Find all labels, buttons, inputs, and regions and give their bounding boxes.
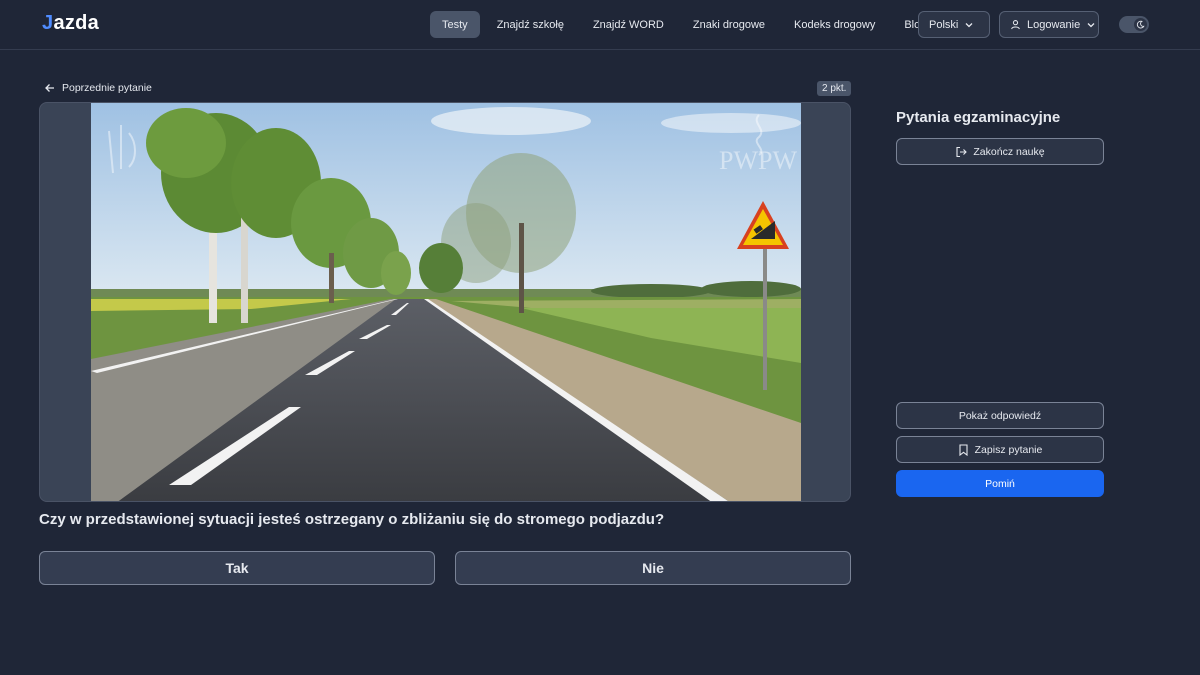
answer-no-button[interactable]: Nie [455,551,851,585]
bookmark-icon [958,443,969,456]
user-icon [1010,19,1021,30]
points-badge: 2 pkt. [817,81,852,96]
previous-question-link[interactable]: Poprzednie pytanie [44,80,152,96]
arrow-left-icon [44,82,56,94]
previous-question-label: Poprzednie pytanie [62,82,152,94]
question-text: Czy w przedstawionej sytuacji jesteś ost… [39,511,665,528]
skip-button[interactable]: Pomiń [896,470,1104,497]
chevron-down-icon [1086,20,1096,30]
finish-study-button[interactable]: Zakończ naukę [896,138,1104,165]
chevron-down-icon [964,20,974,30]
nav-item-znajdz-szkole[interactable]: Znajdź szkołę [485,11,576,38]
nav-item-znaki-drogowe[interactable]: Znaki drogowe [681,11,777,38]
question-media-frame: PWPW [39,102,851,502]
show-answer-label: Pokaż odpowiedź [958,409,1042,422]
sidebar-title: Pytania egzaminacyjne [896,109,1061,126]
logo[interactable]: Jazda [42,12,99,35]
skip-label: Pomiń [985,477,1015,490]
save-question-label: Zapisz pytanie [974,443,1043,456]
login-button[interactable]: Logowanie [999,11,1099,38]
question-image: PWPW [91,103,801,501]
watermark-text: PWPW [719,146,797,175]
theme-toggle[interactable] [1119,16,1149,33]
language-select[interactable]: Polski [918,11,990,38]
top-navbar: Jazda Testy Znajdź szkołę Znajdź WORD Zn… [0,0,1200,50]
logo-text: azda [53,12,100,34]
nav-item-kodeks-drogowy[interactable]: Kodeks drogowy [782,11,887,38]
nav-item-testy[interactable]: Testy [430,11,480,38]
logout-icon [955,146,968,158]
save-question-button[interactable]: Zapisz pytanie [896,436,1104,463]
moon-icon [1134,18,1147,31]
answer-yes-button[interactable]: Tak [39,551,435,585]
language-label: Polski [929,18,959,31]
logo-initial: J [42,12,54,34]
show-answer-button[interactable]: Pokaż odpowiedź [896,402,1104,429]
nav-item-znajdz-word[interactable]: Znajdź WORD [581,11,676,38]
finish-study-label: Zakończ naukę [973,145,1045,158]
login-label: Logowanie [1027,18,1081,31]
main-nav: Testy Znajdź szkołę Znajdź WORD Znaki dr… [430,11,943,38]
